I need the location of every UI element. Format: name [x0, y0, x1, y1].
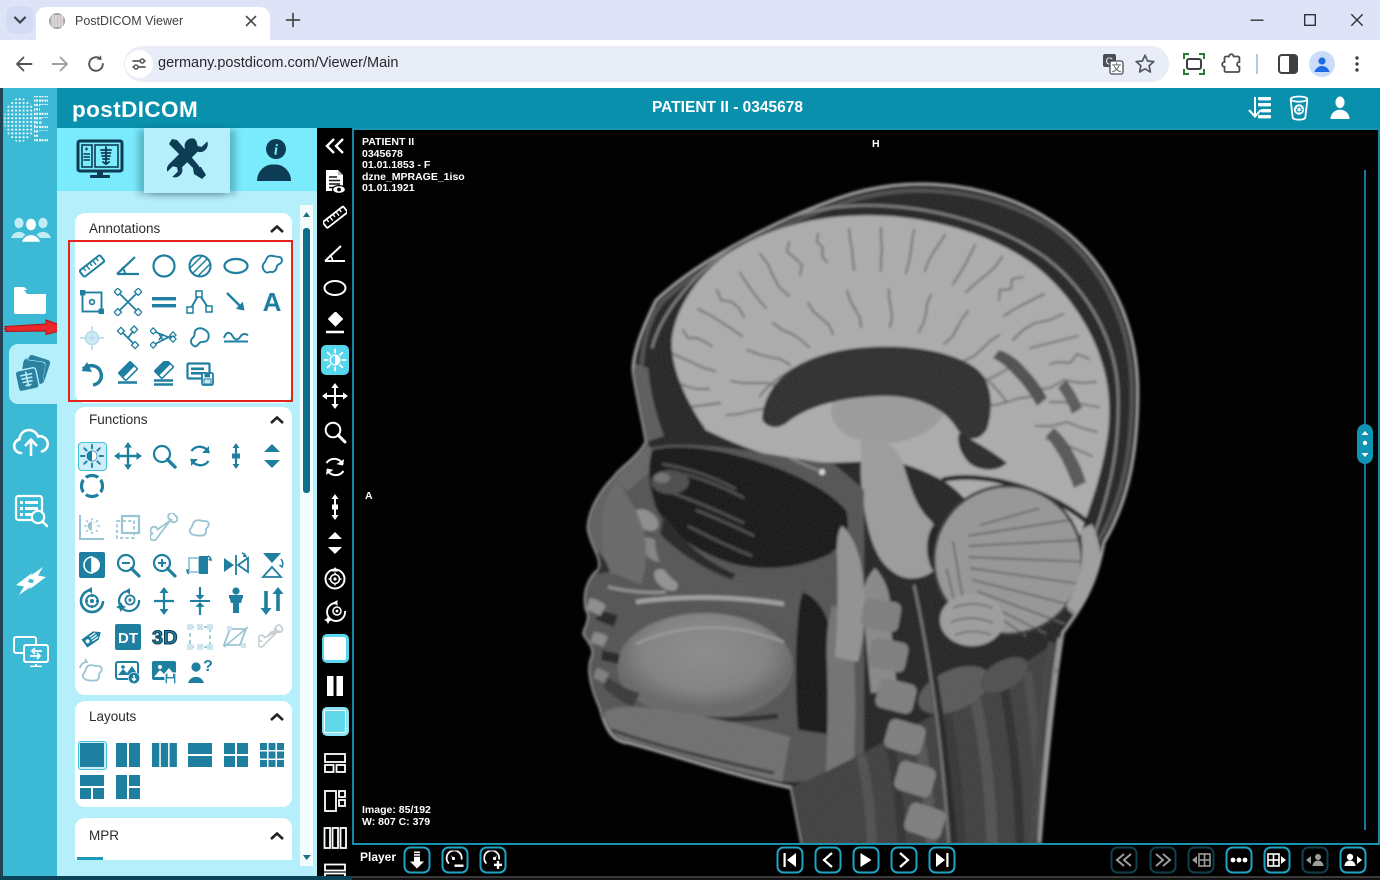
svg-text:文: 文	[1112, 62, 1122, 75]
svg-text:?: ?	[203, 658, 213, 675]
svg-text:DT: DT	[118, 630, 138, 647]
svg-text:♻: ♻	[1295, 105, 1304, 116]
svg-text:A: A	[263, 289, 282, 315]
svg-text:3D: 3D	[152, 627, 177, 648]
